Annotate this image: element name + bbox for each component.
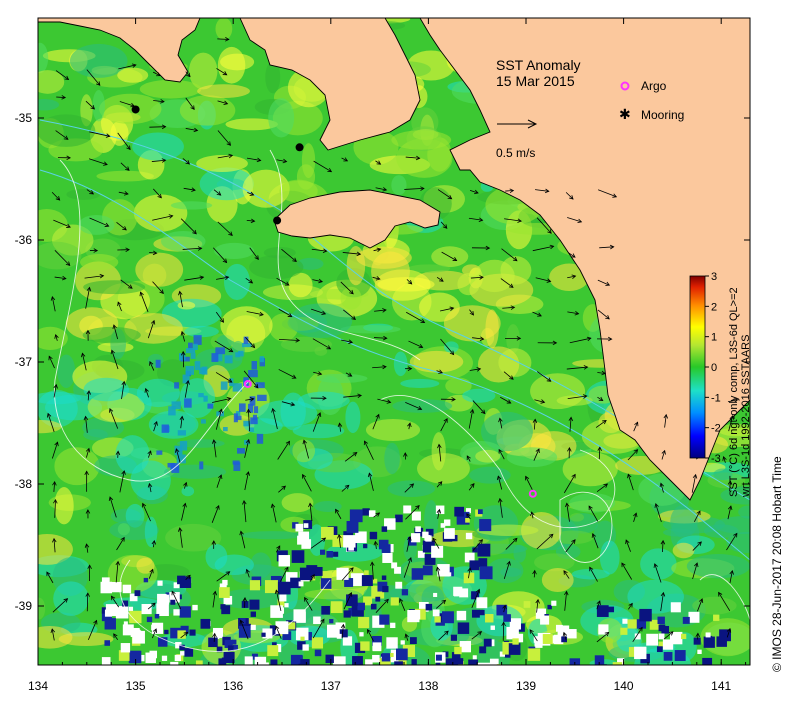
y-tick-label: -39 <box>15 599 33 613</box>
map-title: SST Anomaly <box>496 57 581 73</box>
scale-arrow-label: 0.5 m/s <box>496 146 535 160</box>
colorbar-tick-label: 0 <box>711 362 717 374</box>
colorbar-tick-label: -3 <box>711 453 721 465</box>
x-tick-label: 135 <box>126 679 146 693</box>
x-tick-label: 138 <box>418 679 438 693</box>
sst-anomaly-map-figure: 134135136137138139140141-35-36-37-38-39 … <box>0 0 791 700</box>
credit-text: © IMOS 28-Jun-2017 20:08 Hobart Time <box>770 456 784 672</box>
y-tick-label: -37 <box>15 355 33 369</box>
x-tick-label: 139 <box>516 679 536 693</box>
colorbar-title-line1: SST (°C) 6d ngt-only comp, L3S-6d QL>=2 <box>728 287 740 497</box>
y-tick-label: -36 <box>15 233 33 247</box>
colorbar-title-line2: wrt L3S-1d 1992-2016 SSTAARS <box>740 335 752 498</box>
x-tick-label: 134 <box>28 679 48 693</box>
colorbar-tick-label: 2 <box>711 301 717 313</box>
colorbar-gradient <box>690 276 705 458</box>
y-tick-label: -38 <box>15 477 33 491</box>
colorbar-tick-label: 1 <box>711 332 717 344</box>
mooring-marker <box>273 216 281 224</box>
mooring-marker <box>132 105 140 113</box>
mooring-legend-marker: ✱ <box>619 106 631 122</box>
colorbar-tick-label: -2 <box>711 423 721 435</box>
map-date: 15 Mar 2015 <box>496 73 575 89</box>
colorbar-tick-label: -1 <box>711 392 721 404</box>
argo-legend-label: Argo <box>641 79 667 93</box>
y-tick-label: -35 <box>15 111 33 125</box>
mooring-marker <box>296 143 304 151</box>
x-tick-label: 140 <box>614 679 634 693</box>
x-tick-label: 136 <box>223 679 243 693</box>
colorbar-tick-label: 3 <box>711 271 717 283</box>
mooring-legend-label: Mooring <box>641 108 684 122</box>
x-tick-label: 137 <box>321 679 341 693</box>
x-tick-label: 141 <box>711 679 731 693</box>
